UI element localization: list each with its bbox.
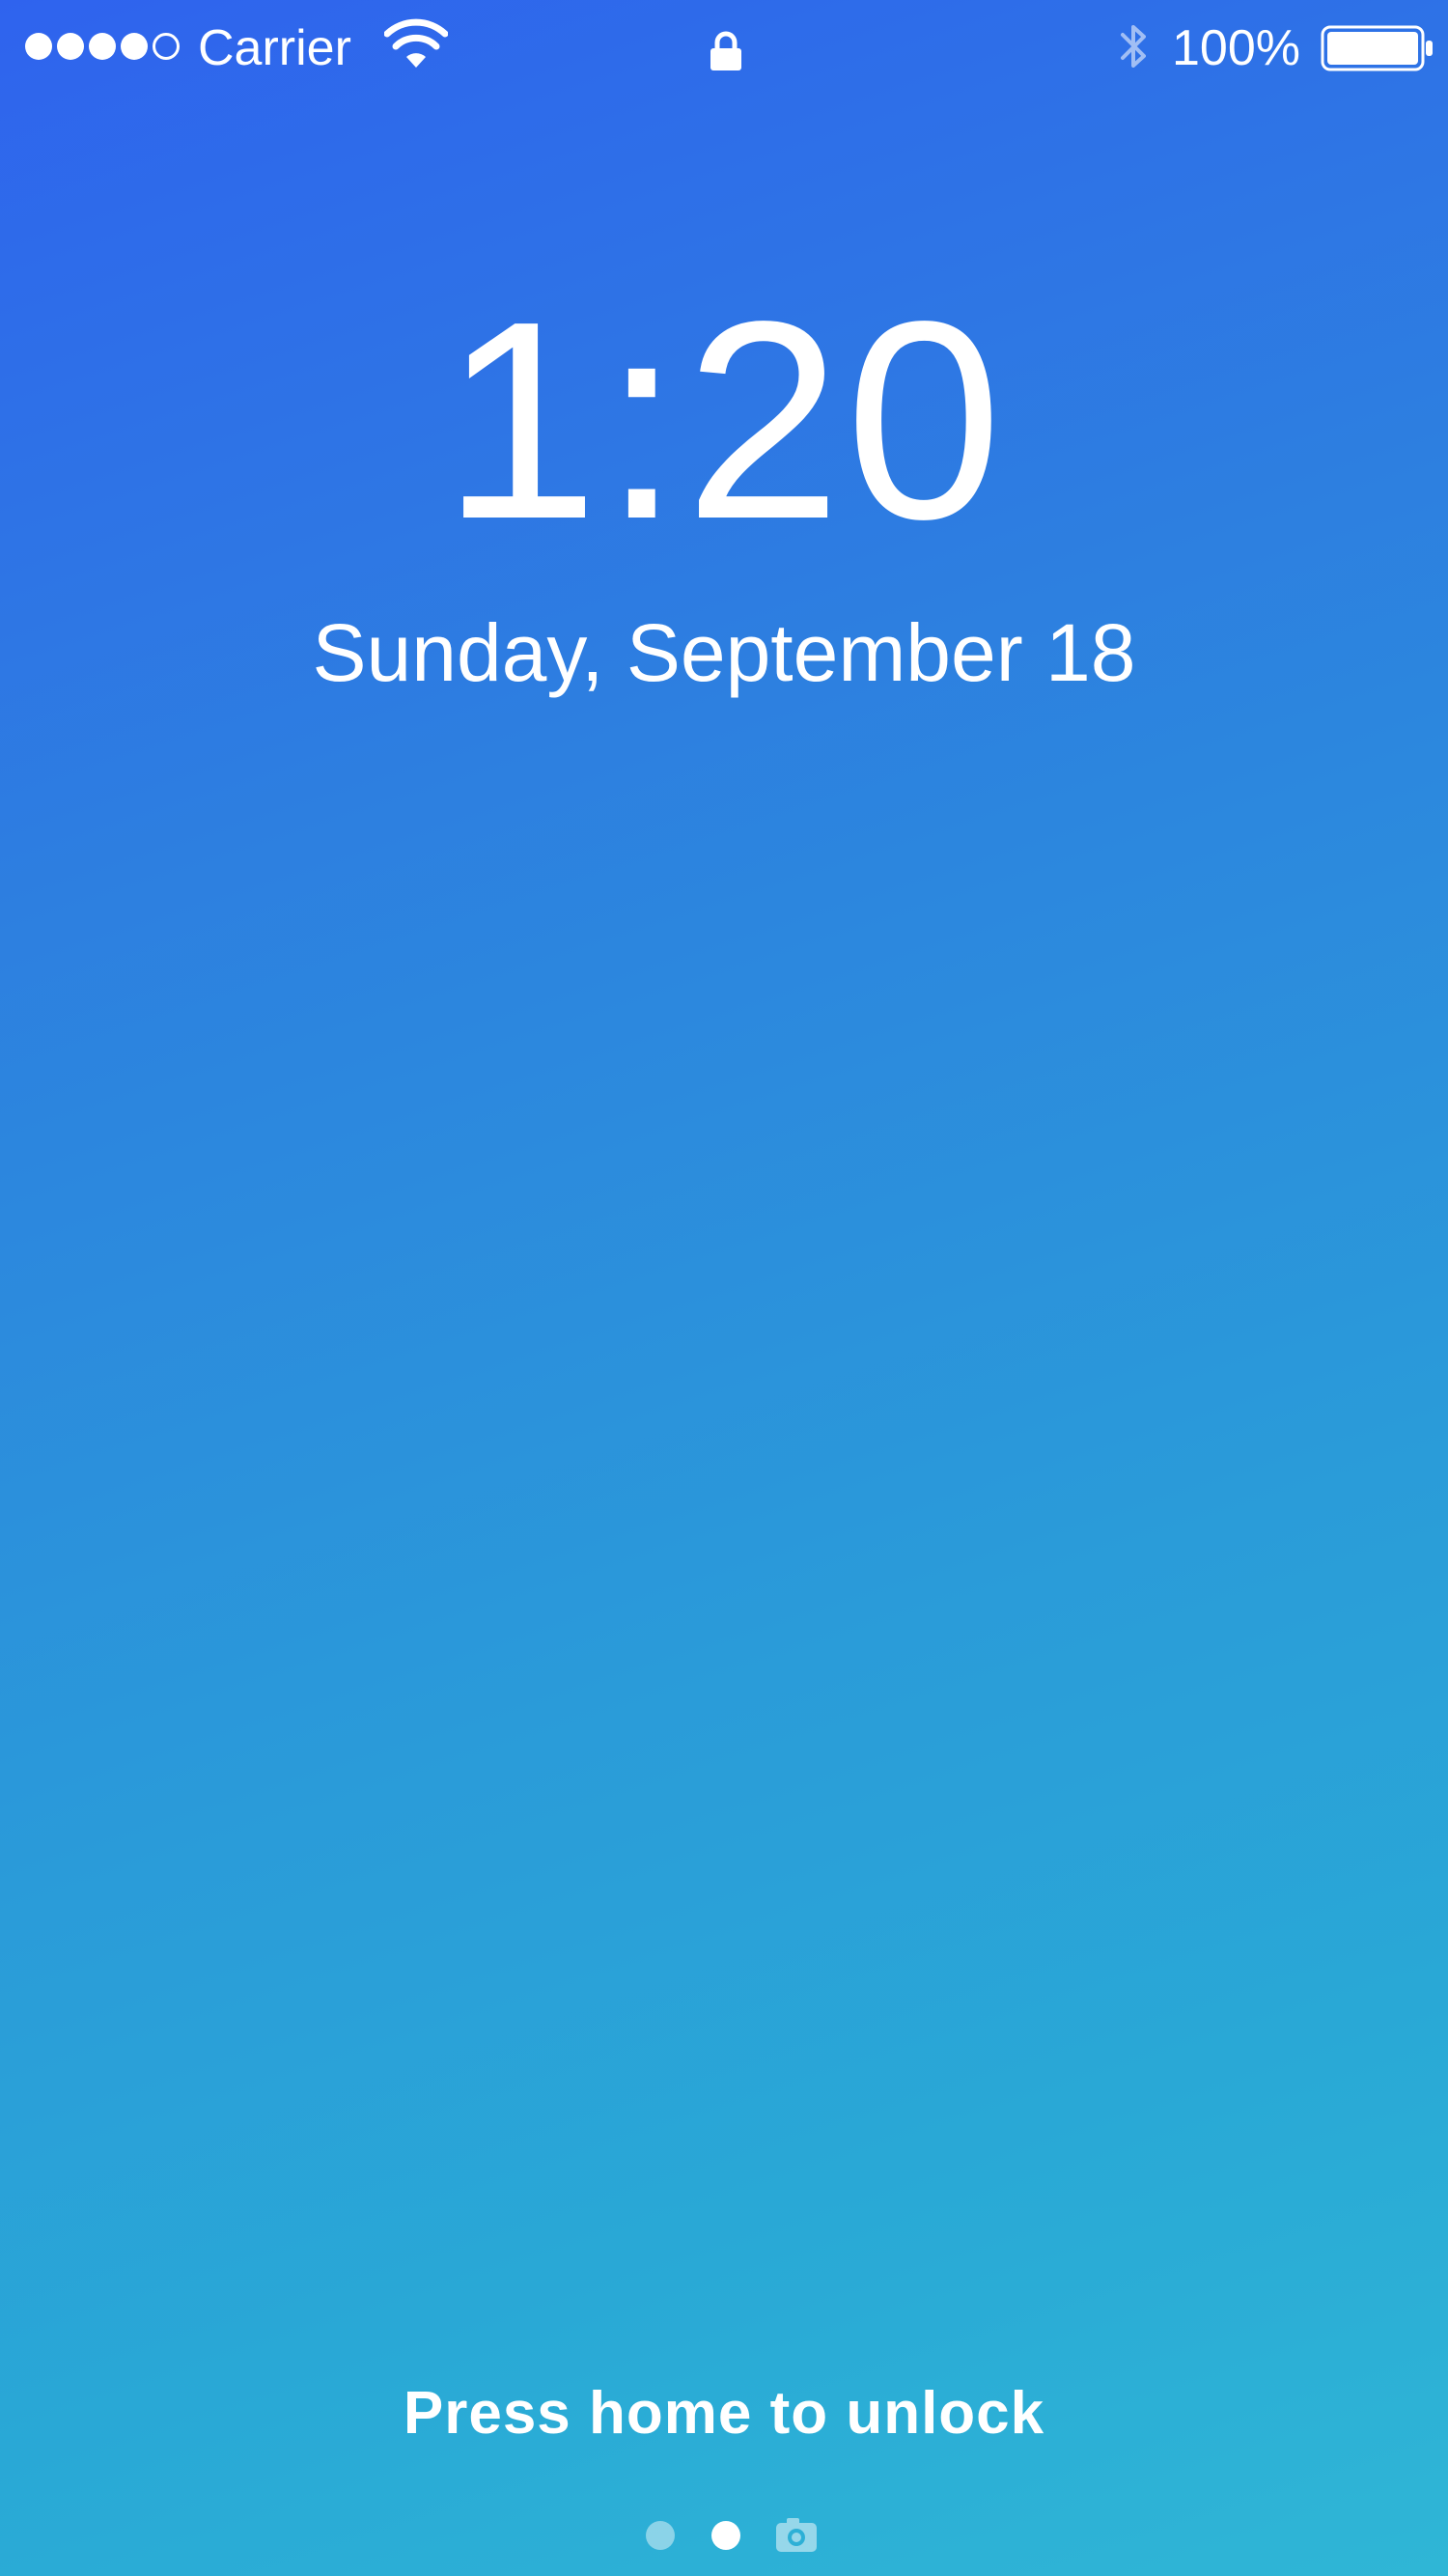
battery-percentage: 100% <box>1172 20 1300 76</box>
battery-icon <box>1321 25 1433 71</box>
lock-icon <box>710 31 741 70</box>
signal-dot <box>121 33 148 60</box>
signal-dot <box>25 33 52 60</box>
wifi-icon <box>384 18 448 68</box>
lock-screen-time: 1:20 <box>441 263 1007 577</box>
signal-dot <box>89 33 116 60</box>
bluetooth-icon <box>1121 25 1146 68</box>
page-indicator <box>0 2515 1448 2554</box>
page-dot-2-current[interactable] <box>711 2521 740 2550</box>
carrier-name: Carrier <box>198 20 351 76</box>
page-dot-1[interactable] <box>646 2521 675 2550</box>
status-bar: Carrier 100% <box>0 0 1448 97</box>
lock-screen-date: Sunday, September 18 <box>312 607 1136 698</box>
press-home-to-unlock-label: Press home to unlock <box>403 2380 1045 2447</box>
battery-fill <box>1327 32 1418 65</box>
camera-icon[interactable] <box>774 2515 819 2554</box>
lock-screen: Carrier 100% 1:20 Sunday, September 18 P… <box>0 0 1448 2576</box>
signal-strength-indicator <box>25 33 180 60</box>
signal-dot-empty <box>153 33 180 60</box>
signal-dot <box>57 33 84 60</box>
